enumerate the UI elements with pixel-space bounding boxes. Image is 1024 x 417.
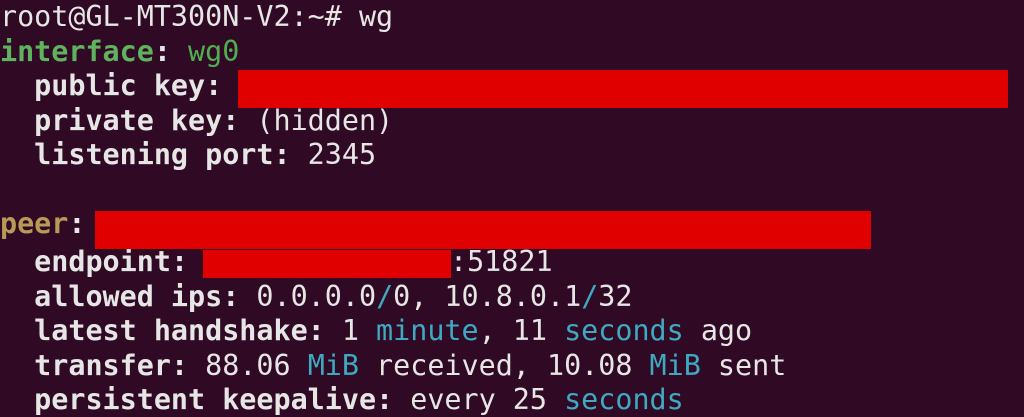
listening-port-value: 2345 (290, 138, 377, 171)
transfer-n1: 88.06 (188, 348, 308, 382)
allowed-ip-2: 0, 10.8.0.1 (393, 279, 582, 313)
peer-sep: : (68, 207, 86, 240)
endpoint-port-line: :51821 (450, 245, 553, 280)
listening-port-line: listening port: 2345 (0, 138, 376, 173)
interface-sep: : (153, 34, 171, 68)
transfer-t2: sent (700, 348, 787, 382)
peer-line: peer: (0, 207, 85, 242)
handshake-unit-2: seconds (564, 314, 684, 347)
endpoint-sep: : (170, 245, 189, 278)
prompt-line: root@GL-MT300N-V2:~# wg (0, 0, 393, 35)
keepalive-line: persistent keepalive: every 25 seconds (0, 383, 684, 417)
peer-label: peer (0, 207, 69, 240)
transfer-unit-1: MiB (307, 348, 359, 382)
keepalive-label: persistent keepalive (0, 383, 377, 416)
public-key-label: public key (0, 69, 206, 102)
allowed-ips-sep: : (222, 279, 240, 313)
listening-port-sep: : (273, 138, 291, 171)
handshake-sep: : (307, 314, 325, 347)
peer-key-redaction (95, 211, 871, 249)
transfer-label: transfer (0, 348, 171, 382)
keepalive-unit: seconds (564, 383, 684, 416)
interface-label: interface (0, 34, 154, 68)
private-key-line: private key: (hidden) (0, 104, 393, 139)
allowed-ip-slash-1: / (376, 279, 394, 313)
handshake-tail: ago (683, 314, 753, 347)
private-key-label: private key (0, 103, 223, 137)
allowed-ip-1: 0.0.0.0 (239, 279, 377, 313)
endpoint-line: endpoint: (0, 245, 188, 280)
handshake-label: latest handshake (0, 314, 308, 347)
keepalive-sep: : (376, 383, 394, 416)
command-text: wg (358, 0, 394, 33)
public-key-sep: : (205, 69, 223, 102)
transfer-t1: received, 10.08 (358, 348, 650, 382)
endpoint-label: endpoint (0, 245, 171, 278)
public-key-redaction (238, 70, 1008, 108)
handshake-n1: 1 (324, 314, 377, 347)
public-key-line: public key: (0, 69, 222, 104)
handshake-line: latest handshake: 1 minute, 11 seconds a… (0, 314, 752, 349)
keepalive-n1: every 25 (393, 383, 565, 416)
allowed-ips-line: allowed ips: 0.0.0.0/0, 10.8.0.1/32 (0, 280, 632, 315)
transfer-line: transfer: 88.06 MiB received, 10.08 MiB … (0, 349, 786, 384)
interface-line: interface: wg0 (0, 35, 239, 70)
allowed-ips-label: allowed ips (0, 279, 223, 313)
terminal-window[interactable]: root@GL-MT300N-V2:~# wg interface: wg0 p… (0, 0, 1024, 417)
endpoint-port: :51821 (450, 245, 553, 278)
endpoint-ip-redaction (203, 250, 451, 278)
private-key-sep: : (222, 103, 240, 137)
handshake-unit-1: minute (376, 314, 479, 347)
allowed-ip-slash-2: / (581, 279, 599, 313)
transfer-unit-2: MiB (649, 348, 701, 382)
listening-port-label: listening port (0, 138, 274, 171)
transfer-sep: : (170, 348, 189, 382)
private-key-value: (hidden) (239, 103, 394, 137)
prompt: root@GL-MT300N-V2:~# (0, 0, 359, 33)
interface-name: wg0 (170, 34, 240, 68)
handshake-n2: , 11 (478, 314, 565, 347)
allowed-ip-3: 32 (598, 279, 633, 313)
